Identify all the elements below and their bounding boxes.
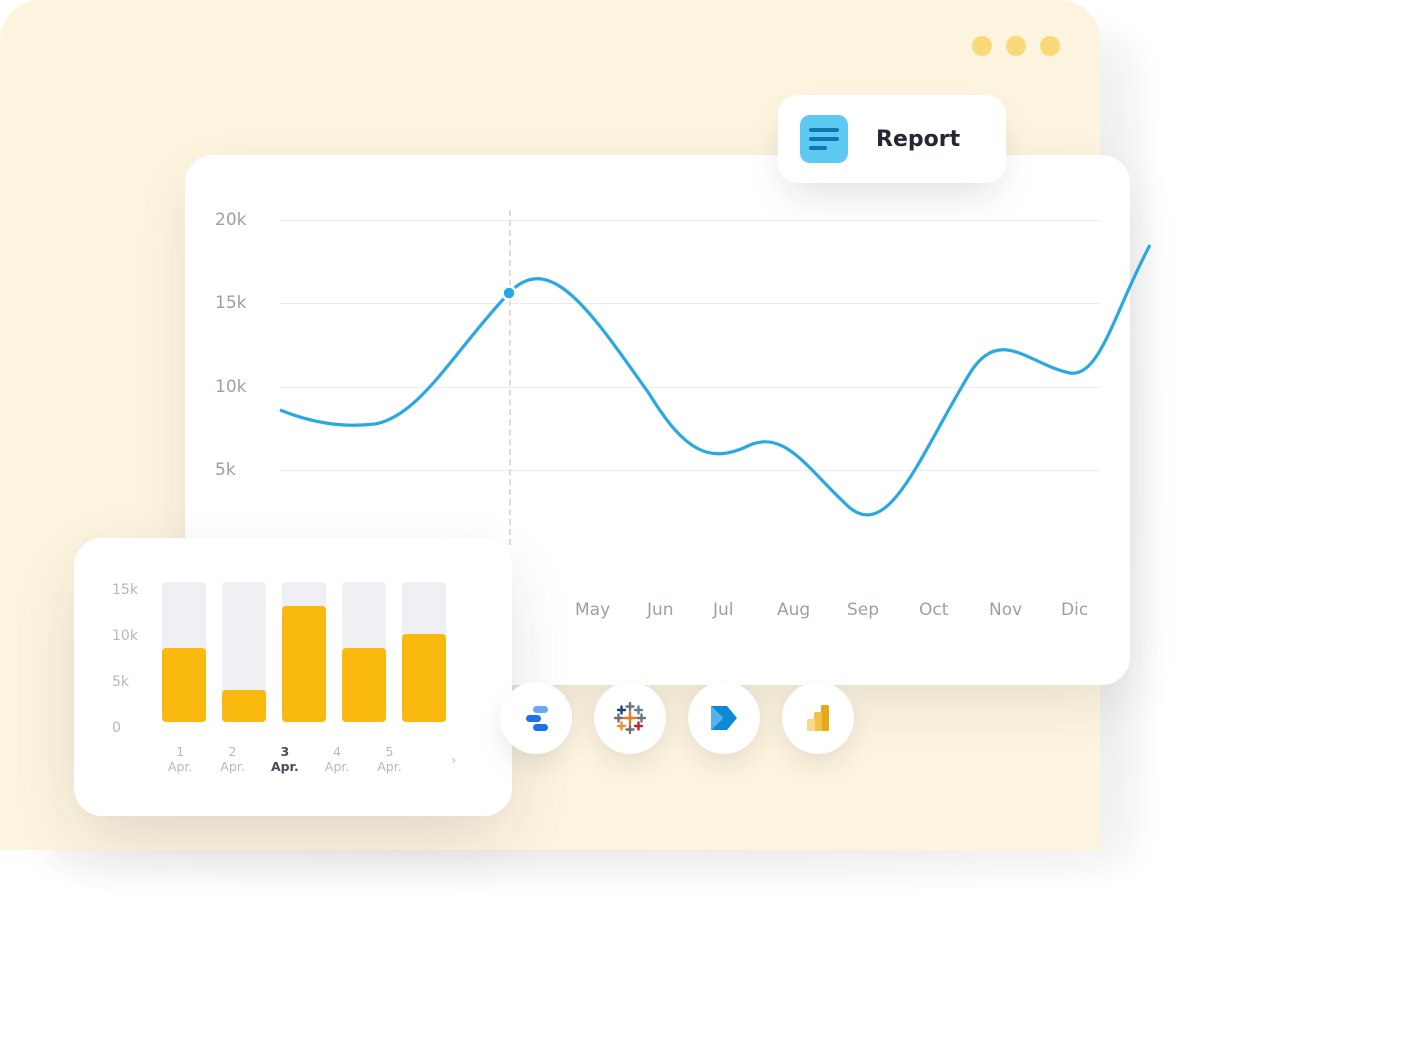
integration-power-automate[interactable] [688, 682, 760, 754]
x-axis-tick: Sep [847, 600, 879, 620]
bar-group [162, 582, 472, 722]
data-studio-icon [518, 700, 554, 736]
bar [402, 582, 446, 722]
tableau-icon [612, 700, 648, 736]
power-bi-icon [801, 701, 835, 735]
x-axis-tick: Jul [713, 600, 734, 620]
report-icon [800, 115, 848, 163]
y-axis-tick: 10k [215, 377, 246, 397]
x-axis-tick: 1 Apr. [162, 744, 198, 774]
x-axis-tick-selected: 3 Apr. [267, 744, 303, 774]
bar [282, 582, 326, 722]
x-axis-tick: 5 Apr. [371, 744, 407, 774]
bar [342, 582, 386, 722]
y-axis-tick: 20k [215, 210, 246, 230]
y-axis-tick: 5k [215, 460, 236, 480]
y-axis-tick: 15k [112, 582, 138, 598]
x-axis-tick: Nov [989, 600, 1022, 620]
x-axis-tick: May [575, 600, 610, 620]
report-card[interactable]: Report [778, 95, 1006, 183]
bar [222, 582, 266, 722]
x-axis-tick: Jun [647, 600, 674, 620]
power-automate-icon [705, 699, 743, 737]
chevron-right-icon[interactable]: › [436, 752, 472, 767]
x-axis-tick: Oct [919, 600, 948, 620]
y-axis-tick: 15k [215, 293, 246, 313]
integration-tableau[interactable] [594, 682, 666, 754]
integration-row [500, 682, 854, 754]
x-axis-tick: Dic [1061, 600, 1088, 620]
window-dot-icon [972, 36, 992, 56]
x-axis-tick: 2 Apr. [214, 744, 250, 774]
integration-power-bi[interactable] [782, 682, 854, 754]
y-axis-tick: 5k [112, 674, 129, 690]
y-axis-tick: 0 [112, 720, 121, 736]
x-axis-tick: 4 Apr. [319, 744, 355, 774]
y-axis-tick: 10k [112, 628, 138, 644]
window-dot-icon [1040, 36, 1060, 56]
window-controls [972, 36, 1060, 56]
line-chart-svg [280, 210, 1100, 545]
integration-data-studio[interactable] [500, 682, 572, 754]
bar-chart-card: 15k 10k 5k 0 1 Apr. 2 Apr. 3 Apr. 4 Apr.… [74, 538, 512, 816]
bar [162, 582, 206, 722]
window-dot-icon [1006, 36, 1026, 56]
line-marker-icon [503, 287, 516, 300]
x-axis-tick: Aug [777, 600, 810, 620]
report-label: Report [876, 127, 960, 152]
